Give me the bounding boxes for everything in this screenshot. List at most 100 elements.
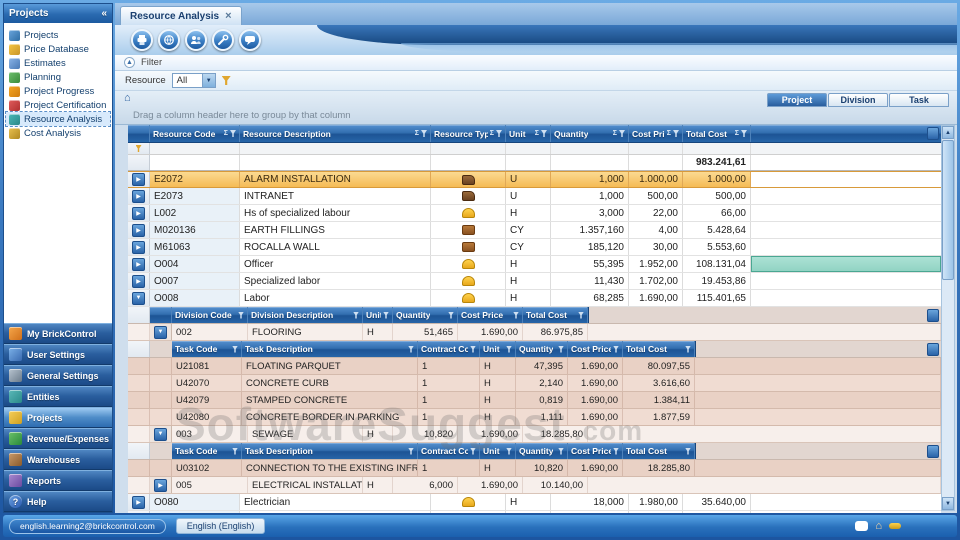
division-expander[interactable]: ▼ [150, 426, 172, 442]
filter-icon[interactable] [230, 130, 236, 137]
filter-icon[interactable] [353, 312, 359, 319]
total-cost-cell[interactable] [683, 511, 751, 513]
filter-cell[interactable] [551, 143, 629, 154]
total-cost-cell[interactable]: 3.616,60 [623, 375, 695, 391]
quantity-cell[interactable]: 185,120 [551, 239, 629, 255]
unit-cell[interactable]: H [506, 494, 551, 510]
scroll-up-icon[interactable]: ▲ [942, 126, 954, 139]
filter-icon[interactable] [741, 130, 747, 137]
quantity-cell[interactable]: 55,395 [551, 256, 629, 272]
cost-price-cell[interactable] [629, 511, 683, 513]
cost-price-cell[interactable]: 500,00 [629, 188, 683, 204]
expand-arrow-icon[interactable]: ▶ [132, 241, 145, 254]
nav-projects-button[interactable]: Projects [4, 407, 112, 428]
cost-price-cell[interactable]: 22,00 [629, 205, 683, 221]
column-header-cost-price[interactable]: Cost Price [458, 307, 523, 323]
task-code-cell[interactable]: U42080 [172, 409, 242, 425]
expand-arrow-icon[interactable]: ▼ [154, 326, 167, 339]
cost-price-cell[interactable]: 30,00 [629, 239, 683, 255]
resource-type-cell[interactable] [431, 188, 506, 204]
contract-code-cell[interactable]: 1 [418, 358, 480, 374]
quantity-cell[interactable]: 1.357,160 [551, 222, 629, 238]
status-chat-icon[interactable] [855, 521, 868, 531]
row-expander[interactable]: ▶ [128, 511, 150, 513]
resource-code-cell[interactable]: E2072 [150, 172, 240, 187]
resource-description-cell[interactable]: Specialized labor [240, 273, 431, 289]
total-cost-cell[interactable]: 115.401,65 [683, 290, 751, 306]
filter-icon[interactable] [558, 346, 564, 353]
resource-code-cell[interactable]: E2073 [150, 188, 240, 204]
filter-icon[interactable] [513, 312, 519, 319]
resource-type-cell[interactable] [431, 205, 506, 221]
scroll-down-icon[interactable]: ▼ [942, 497, 954, 510]
tools-button[interactable] [212, 29, 234, 51]
filter-icon[interactable] [232, 448, 238, 455]
cost-price-cell[interactable]: 1.690,00 [458, 477, 523, 493]
nav-user-settings-button[interactable]: User Settings [4, 344, 112, 365]
resource-type-cell[interactable] [431, 494, 506, 510]
column-header-unit[interactable]: Unit [480, 341, 516, 357]
total-cost-cell[interactable]: 5.553,60 [683, 239, 751, 255]
column-header-unit[interactable]: Unit [363, 307, 393, 323]
quantity-cell[interactable]: 68,285 [551, 290, 629, 306]
expand-arrow-icon[interactable]: ▶ [132, 496, 145, 509]
quantity-cell[interactable]: 6,000 [393, 477, 458, 493]
row-expander[interactable]: ▶ [128, 222, 150, 238]
filter-cell[interactable] [629, 143, 683, 154]
expand-arrow-icon[interactable]: ▶ [132, 190, 145, 203]
resource-type-cell[interactable] [431, 511, 506, 513]
total-cost-cell[interactable]: 18.285,80 [623, 460, 695, 476]
resource-code-cell[interactable]: M61063 [150, 239, 240, 255]
column-header-total-cost[interactable]: Total CostΣ [683, 125, 751, 142]
filter-icon[interactable] [685, 448, 691, 455]
column-header-quantity[interactable]: Quantity [516, 341, 568, 357]
filter-icon[interactable] [232, 346, 238, 353]
cost-price-cell[interactable]: 1.690,00 [629, 290, 683, 306]
scroll-track[interactable] [942, 139, 954, 497]
row-expander[interactable]: ▶ [128, 188, 150, 204]
resource-type-cell[interactable] [431, 256, 506, 272]
row-expander[interactable]: ▶ [128, 205, 150, 221]
column-menu-icon[interactable] [927, 445, 939, 458]
column-menu-icon[interactable] [927, 127, 939, 140]
column-menu-icon[interactable] [927, 309, 939, 322]
expand-arrow-icon[interactable]: ▶ [132, 513, 145, 514]
expand-arrow-icon[interactable]: ▶ [154, 479, 167, 492]
row-expander[interactable]: ▶ [128, 239, 150, 255]
quantity-cell[interactable] [551, 511, 629, 513]
sidebar-item-cost-analysis[interactable]: Cost Analysis [6, 126, 110, 140]
sidebar-item-project-certification[interactable]: Project Certification [6, 98, 110, 112]
expand-arrow-icon[interactable]: ▼ [154, 428, 167, 441]
column-header-task-description[interactable]: Task Description [242, 443, 418, 459]
column-header-task-code[interactable]: Task Code [172, 443, 242, 459]
resource-type-cell[interactable] [431, 290, 506, 306]
division-code-cell[interactable]: 005 [172, 477, 248, 493]
total-cost-cell[interactable]: 80.097,55 [623, 358, 695, 374]
nav-entities-button[interactable]: Entities [4, 386, 112, 407]
language-selector[interactable]: English (English) [176, 518, 266, 534]
row-expander[interactable]: ▶ [128, 256, 150, 272]
resource-description-cell[interactable]: ALARM INSTALLATION [240, 172, 431, 187]
task-description-cell[interactable]: CONNECTION TO THE EXISTING INFRASTRUCTUR… [242, 460, 418, 476]
tab-close-icon[interactable]: × [225, 10, 231, 22]
resource-description-cell[interactable]: Hs of specialized labour [240, 205, 431, 221]
refresh-button[interactable] [158, 29, 180, 51]
column-header-task-code[interactable]: Task Code [172, 341, 242, 357]
row-expander[interactable]: ▶ [128, 273, 150, 289]
resource-description-cell[interactable]: Labor [240, 290, 431, 306]
contract-code-cell[interactable]: 1 [418, 375, 480, 391]
tab-resource-analysis[interactable]: Resource Analysis × [120, 6, 242, 25]
total-cost-cell[interactable]: 66,00 [683, 205, 751, 221]
expand-arrow-icon[interactable]: ▶ [132, 275, 145, 288]
resource-description-cell[interactable]: ROCALLA WALL [240, 239, 431, 255]
chat-button[interactable] [239, 29, 261, 51]
column-header-quantity[interactable]: Quantity [393, 307, 458, 323]
status-key-icon[interactable] [889, 523, 901, 529]
sidebar-item-project-progress[interactable]: Project Progress [6, 84, 110, 98]
expand-arrow-icon[interactable]: ▶ [132, 207, 145, 220]
unit-cell[interactable]: H [480, 392, 516, 408]
filter-cell[interactable] [240, 143, 431, 154]
total-cost-cell[interactable]: 86.975,85 [523, 324, 588, 340]
cost-price-cell[interactable]: 1.000,00 [629, 172, 683, 187]
unit-cell[interactable]: H [506, 256, 551, 272]
